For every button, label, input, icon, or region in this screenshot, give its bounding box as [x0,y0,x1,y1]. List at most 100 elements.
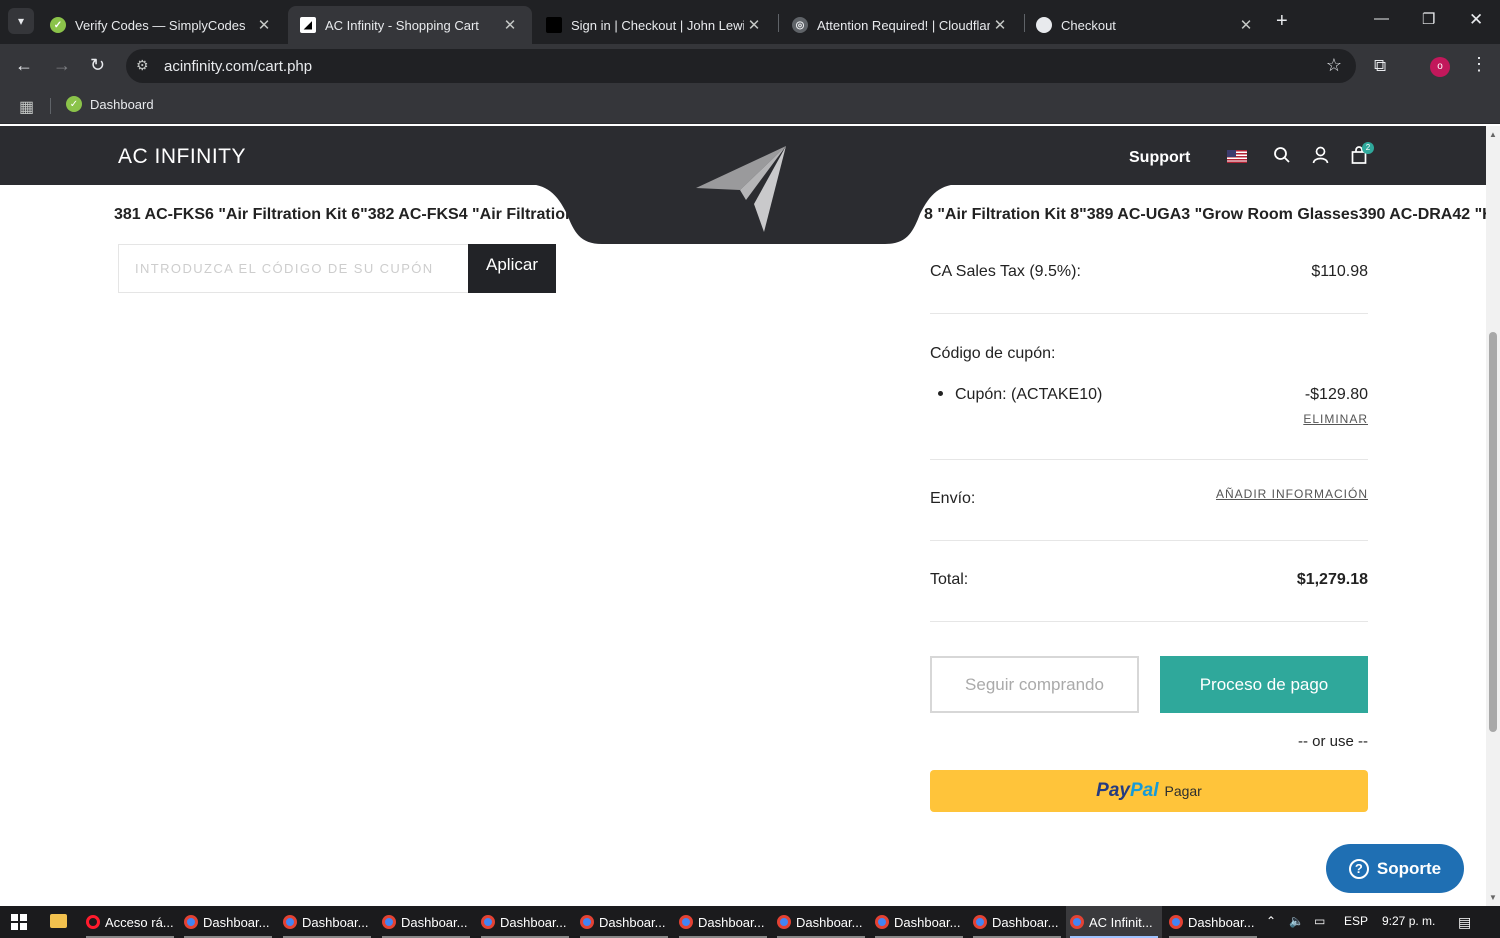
close-tab-icon[interactable]: ✕ [1236,16,1256,34]
coupon-code-input[interactable] [118,244,470,293]
shipping-row: Envío: AÑADIR INFORMACIÓN [930,487,1368,508]
paypal-pay-label: Pagar [1164,783,1202,799]
taskbar-item[interactable]: Dashboar... [180,906,276,938]
taskbar-item-label: Dashboar... [302,914,369,930]
close-tab-icon[interactable]: ✕ [744,16,764,34]
taskbar-item-label: Dashboar... [599,914,666,930]
chrome-icon [184,915,198,929]
bookmark-dashboard[interactable]: ✓ Dashboard [66,96,154,112]
coupon-line: Cupón: (ACTAKE10) -$129.80 [930,386,1368,404]
taskbar-item-label: Dashboar... [796,914,863,930]
total-value: $1,279.18 [1296,571,1368,588]
browser-menu-icon[interactable]: ⋮ [1470,54,1488,75]
address-bar[interactable]: ⚙ acinfinity.com/cart.php ☆ [126,49,1356,83]
tab-title: Sign in | Checkout | John Lewis [571,17,744,33]
language-indicator[interactable]: ESP [1344,914,1368,928]
taskbar-item[interactable]: Dashboar... [477,906,573,938]
help-support-button[interactable]: ? Soporte [1326,844,1464,893]
simplycodes-icon: ✓ [66,96,82,112]
taskbar-item[interactable]: Dashboar... [378,906,474,938]
volume-icon[interactable]: 🔈 [1289,914,1304,928]
tab-ac-infinity[interactable]: ◢ AC Infinity - Shopping Cart ✕ [288,6,532,44]
tab-search-icon[interactable]: ▾ [8,8,34,34]
extensions-icon[interactable]: ⧉ [1374,56,1386,76]
url-text[interactable]: acinfinity.com/cart.php [164,58,312,75]
forward-icon[interactable]: → [53,55,71,76]
tab-separator [778,14,779,32]
add-shipping-info-link[interactable]: AÑADIR INFORMACIÓN [1216,487,1368,501]
taskbar-item[interactable]: Acceso rá... [82,906,178,938]
taskbar-item[interactable]: Dashboar... [675,906,771,938]
bookmark-star-icon[interactable]: ☆ [1326,55,1342,76]
minimize-icon[interactable]: — [1374,10,1389,27]
scroll-up-icon[interactable]: ▲ [1489,130,1497,139]
chrome-icon [580,915,594,929]
apps-grid-icon[interactable]: ▦ [19,97,34,117]
account-icon[interactable] [1312,146,1329,164]
file-explorer-icon[interactable] [50,914,67,928]
close-tab-icon[interactable]: ✕ [990,16,1010,34]
notifications-icon[interactable]: ▤ [1458,914,1471,931]
back-icon[interactable]: ← [15,55,33,76]
scroll-down-icon[interactable]: ▼ [1489,893,1497,902]
paypal-button[interactable]: Pay Pal Pagar [930,770,1368,812]
tab-checkout[interactable]: Checkout ✕ [1024,6,1268,44]
taskbar-item[interactable]: Dashboar... [871,906,967,938]
search-icon[interactable] [1273,146,1291,164]
tax-value: $110.98 [1311,263,1368,280]
checkout-button[interactable]: Proceso de pago [1160,656,1368,713]
page-scrollbar[interactable]: ▲ ▼ [1486,126,1500,906]
ac-infinity-logo-icon[interactable] [696,144,788,232]
profile-avatar[interactable]: o [1430,57,1450,77]
us-flag-icon[interactable] [1227,150,1247,163]
tab-title: Verify Codes — SimplyCodes [75,17,246,33]
new-tab-icon[interactable]: + [1276,10,1288,33]
bullet-icon [938,391,943,396]
tab-john-lewis[interactable]: Sign in | Checkout | John Lewis ✕ [534,6,776,44]
bookmark-label: Dashboard [90,96,154,112]
site-info-icon[interactable]: ⚙ [136,57,149,74]
taskbar-item[interactable]: Dashboar... [969,906,1065,938]
help-question-icon: ? [1348,858,1369,879]
taskbar-item[interactable]: Dashboar... [279,906,375,938]
opera-icon [86,915,100,929]
divider [930,621,1368,622]
divider [930,313,1368,314]
paypal-logo-pay: Pay [1096,780,1130,801]
close-window-icon[interactable]: ✕ [1469,10,1483,30]
restore-icon[interactable]: ❐ [1422,10,1435,28]
tab-cloudflare[interactable]: ◎ Attention Required! | Cloudflare ✕ [780,6,1022,44]
tab-title: Attention Required! | Cloudflare [817,17,990,33]
apply-coupon-button[interactable]: Aplicar [468,244,556,293]
continue-shopping-button[interactable]: Seguir comprando [930,656,1139,713]
bookmarks-bar: ▦ ✓ Dashboard [0,88,1500,124]
taskbar-item[interactable]: Dashboar... [576,906,672,938]
support-link[interactable]: Support [1129,149,1190,167]
chrome-icon [481,915,495,929]
shipping-label: Envío: [930,490,976,507]
taskbar-item-label: Acceso rá... [105,914,174,930]
checkout-favicon-icon [1036,17,1052,33]
network-icon[interactable]: ▭ [1314,914,1325,928]
close-tab-icon[interactable]: ✕ [254,16,274,34]
taskbar-item-label: Dashboar... [1188,914,1255,930]
tray-overflow-icon[interactable]: ⌃ [1266,914,1276,928]
reload-icon[interactable]: ↻ [90,55,105,76]
site-logo[interactable]: AC INFINITY [118,145,246,169]
taskbar-item-active[interactable]: AC Infinit... [1066,906,1162,938]
windows-taskbar: Acceso rá... Dashboar... Dashboar... Das… [0,906,1500,938]
scrollbar-thumb[interactable] [1489,332,1497,732]
taskbar-item[interactable]: Dashboar... [1165,906,1261,938]
clock[interactable]: 9:27 p. m. [1382,914,1435,928]
chrome-icon [973,915,987,929]
coupon-discount-value: -$129.80 [1304,386,1368,403]
chrome-icon [1169,915,1183,929]
bookmark-separator [50,98,51,114]
divider [930,459,1368,460]
taskbar-item[interactable]: Dashboar... [773,906,869,938]
close-tab-icon[interactable]: ✕ [500,16,520,34]
tab-simplycodes[interactable]: ✓ Verify Codes — SimplyCodes ✕ [38,6,286,44]
remove-coupon-link[interactable]: ELIMINAR [1303,412,1368,426]
windows-start-icon[interactable] [11,914,27,930]
john-lewis-icon [546,17,562,33]
